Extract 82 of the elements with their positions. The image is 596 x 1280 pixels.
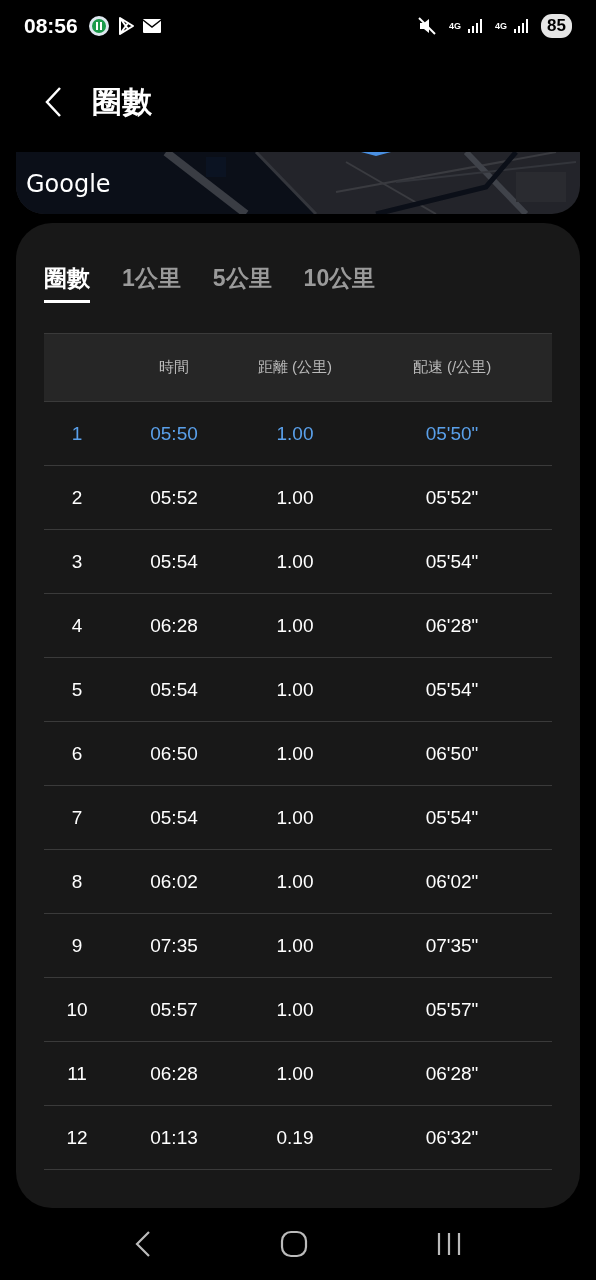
- table-cell: 06:50: [150, 742, 198, 764]
- tab[interactable]: 5公里: [212, 263, 272, 303]
- tab[interactable]: 圈數: [44, 263, 90, 303]
- table-cell: 06:02: [150, 870, 198, 892]
- table-cell: 07'35": [425, 934, 479, 956]
- lap-row[interactable]: 6 06:50 1.00 06'50": [44, 722, 552, 786]
- table-cell: 4: [71, 614, 83, 636]
- table-cell: 05:54: [150, 550, 198, 572]
- back-icon[interactable]: [134, 1230, 152, 1258]
- table-cell: 1.00: [276, 422, 314, 444]
- lap-row[interactable]: 5 05:54 1.00 05'54": [44, 658, 552, 722]
- lap-row[interactable]: 10 05:57 1.00 05'57": [44, 978, 552, 1042]
- mute-icon: [417, 16, 438, 36]
- table-cell: 05'52": [425, 486, 479, 508]
- lap-row[interactable]: 1 05:50 1.00 05'50": [44, 402, 552, 466]
- lap-row[interactable]: 9 07:35 1.00 07'35": [44, 914, 552, 978]
- table-cell: 05:57: [150, 998, 198, 1020]
- table-cell: 05'54": [425, 806, 479, 828]
- status-time: 08:56: [24, 14, 78, 38]
- column-header: 時間: [159, 358, 189, 375]
- table-cell: 05:54: [150, 678, 198, 700]
- table-cell: 1.00: [276, 998, 314, 1020]
- home-icon[interactable]: [280, 1230, 308, 1258]
- page-title: 圈數: [92, 83, 152, 120]
- table-cell: 06:28: [150, 1062, 198, 1084]
- table-cell: 06:28: [150, 614, 198, 636]
- table-cell: 1.00: [276, 678, 314, 700]
- map-attribution: Google: [26, 170, 111, 198]
- table-cell: 07:35: [150, 934, 198, 956]
- lap-row[interactable]: 4 06:28 1.00 06'28": [44, 594, 552, 658]
- network-label: 4G: [495, 21, 508, 31]
- table-cell: 5: [71, 678, 83, 700]
- table-cell: 6: [71, 742, 83, 764]
- table-cell: 1.00: [276, 486, 314, 508]
- table-cell: 05:50: [150, 422, 198, 444]
- table-cell: 12: [66, 1126, 88, 1148]
- app-badge-icon: [87, 15, 110, 37]
- table-cell: 05:54: [150, 806, 198, 828]
- lap-row[interactable]: 7 05:54 1.00 05'54": [44, 786, 552, 850]
- lap-row[interactable]: 3 05:54 1.00 05'54": [44, 530, 552, 594]
- table-cell: 1.00: [276, 934, 314, 956]
- lap-row[interactable]: 12 01:13 0.19 06'32": [44, 1106, 552, 1170]
- table-cell: 06'02": [425, 870, 479, 892]
- table-cell: 05'57": [425, 998, 479, 1020]
- table-cell: 3: [71, 550, 83, 572]
- lap-row[interactable]: 11 06:28 1.00 06'28": [44, 1042, 552, 1106]
- table-cell: 7: [71, 806, 83, 828]
- table-cell: 01:13: [150, 1126, 198, 1148]
- back-icon[interactable]: [44, 86, 64, 118]
- table-cell: 05'54": [425, 678, 479, 700]
- table-cell: 06'28": [425, 1062, 479, 1084]
- table-cell: 06'50": [425, 742, 479, 764]
- table-cell: 11: [67, 1062, 87, 1084]
- table-cell: 1.00: [276, 550, 314, 572]
- signal-icon: [513, 18, 530, 34]
- table-cell: 06'32": [425, 1126, 479, 1148]
- signal-icon: [467, 18, 484, 34]
- lap-row[interactable]: 8 06:02 1.00 06'02": [44, 850, 552, 914]
- table-cell: 8: [71, 870, 83, 892]
- table-cell: 1.00: [276, 742, 314, 764]
- table-cell: 1.00: [276, 870, 314, 892]
- table-cell: 1.00: [276, 614, 314, 636]
- network-label: 4G: [449, 21, 462, 31]
- column-header: 配速 (/公里): [412, 358, 492, 375]
- tab[interactable]: 1公里: [122, 263, 181, 303]
- table-cell: 2: [71, 486, 83, 508]
- table-cell: 05'54": [425, 550, 479, 572]
- lap-row[interactable]: 2 05:52 1.00 05'52": [44, 466, 552, 530]
- table-cell: 05'50": [425, 422, 479, 444]
- battery-level: 85: [541, 14, 572, 38]
- table-cell: 10: [66, 998, 88, 1020]
- table-cell: 9: [71, 934, 83, 956]
- recent-apps-icon[interactable]: [436, 1232, 462, 1256]
- table-cell: 1: [71, 422, 83, 444]
- table-cell: 05:52: [150, 486, 198, 508]
- table-cell: 0.19: [276, 1126, 314, 1148]
- table-cell: 1.00: [276, 806, 314, 828]
- table-cell: 06'28": [425, 614, 479, 636]
- column-header: 距離 (公里): [257, 358, 333, 375]
- mail-icon: [141, 18, 162, 34]
- tab[interactable]: 10公里: [303, 263, 376, 303]
- table-cell: 1.00: [276, 1062, 314, 1084]
